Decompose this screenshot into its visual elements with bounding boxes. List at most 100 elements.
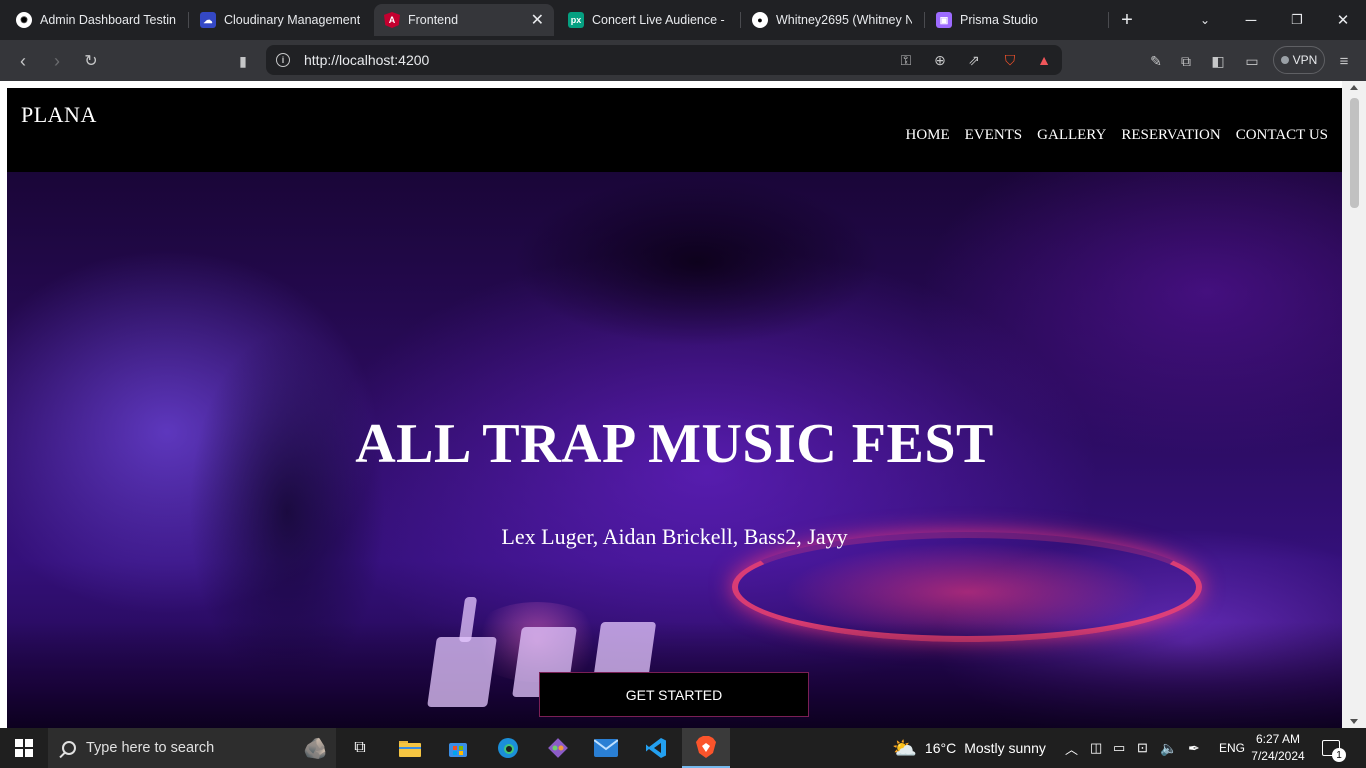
nav-events[interactable]: EVENTS [965,127,1023,144]
windows-taskbar: Type here to search 🪨 ⧉ ⛅ 16°C Mostly su… [0,728,1366,768]
pen-workspace-icon[interactable]: ✒ [1188,728,1200,768]
show-hidden-icons-chevron-icon[interactable]: ︿ [1065,728,1078,768]
scroll-up-icon[interactable] [1350,85,1358,90]
battery-icon[interactable]: ▭ [1113,728,1125,768]
tab-title: Cloudinary Management C [224,13,360,27]
get-started-button[interactable]: GET STARTED [539,672,809,717]
search-highlight-stones-icon: 🪨 [303,737,328,760]
git-client-icon[interactable] [534,728,582,768]
page-scrollbar[interactable] [1342,81,1366,728]
volume-icon[interactable]: 🔈 [1160,728,1177,768]
hero-background-fader [427,637,497,707]
tab-divider [740,12,741,28]
restore-icon[interactable]: ❐ [1274,0,1320,40]
tab-title: Concert Live Audience - Fr [592,13,728,27]
brave-rewards-icon[interactable]: ▲ [1034,52,1054,68]
file-explorer-icon[interactable] [386,728,434,768]
clock-date: 7/24/2024 [1251,749,1305,763]
vpn-label: VPN [1292,53,1318,67]
scroll-down-icon[interactable] [1350,719,1358,724]
site-logo[interactable]: PLANA [21,102,97,128]
clock-time: 6:27 AM [1255,732,1301,746]
hero-background-hand [437,172,957,412]
minimize-icon[interactable]: ─ [1228,0,1274,40]
nav-contact-us[interactable]: CONTACT US [1236,127,1328,144]
key-icon[interactable]: ⚿ [896,52,916,68]
mail-icon[interactable] [582,728,630,768]
github-icon: ● [752,12,768,28]
weather-sun-cloud-icon: ⛅ [892,737,917,760]
browser-tab-strip: ✺ Admin Dashboard Testing ☁ Cloudinary M… [0,0,1366,40]
browser-toolbar: ‹ › ↻ ▮ i http://localhost:4200 ⚿ ⊕ ⇗ ⛉ … [0,40,1366,81]
vpn-button[interactable]: VPN [1273,46,1325,74]
system-clock[interactable]: 6:27 AM 7/24/2024 [1248,731,1308,765]
new-tab-icon[interactable]: + [1104,0,1150,40]
wallet-icon[interactable]: ▭ [1239,48,1265,74]
hero-subtitle: Lex Luger, Aidan Brickell, Bass2, Jayy [501,524,848,549]
bookmark-icon[interactable]: ▮ [230,48,256,74]
prisma-icon: ▣ [936,12,952,28]
reload-icon[interactable]: ↻ [78,48,104,74]
network-icon[interactable]: ⊡ [1137,728,1148,768]
notification-count-badge: 1 [1332,748,1346,762]
tab-search-chevron-icon[interactable]: ⌄ [1182,0,1228,40]
tab-divider [924,12,925,28]
site-header: PLANA HOME EVENTS GALLERY RESERVATION CO… [7,88,1342,172]
nav-gallery[interactable]: GALLERY [1037,127,1106,144]
weather-widget[interactable]: ⛅ 16°C Mostly sunny [892,728,1046,768]
nav-home[interactable]: HOME [905,127,949,144]
hero-section: ALL TRAP MUSIC FEST Lex Luger, Aidan Bri… [7,172,1342,728]
brave-shields-icon[interactable]: ⛉ [1000,52,1020,68]
weather-temperature: 16°C [924,740,957,756]
extensions-icon[interactable]: ⧉ [1173,48,1199,74]
scrollbar-thumb[interactable] [1350,98,1359,208]
microsoft-store-icon[interactable] [434,728,482,768]
address-bar[interactable]: i http://localhost:4200 ⚿ ⊕ ⇗ ⛉ ▲ [266,45,1062,75]
back-icon[interactable]: ‹ [10,48,36,74]
vpn-status-icon [1280,56,1289,64]
task-view-icon[interactable]: ⧉ [336,728,384,768]
nav-reservation[interactable]: RESERVATION [1121,127,1220,144]
sidebar-icon[interactable]: ◧ [1205,48,1231,74]
tab-title: Admin Dashboard Testing [40,13,176,27]
tab-pexels[interactable]: px Concert Live Audience - Fr [558,4,738,36]
openai-icon: ✺ [16,12,32,28]
notifications-icon[interactable]: 1 [1322,728,1346,768]
input-language[interactable]: ENG [1219,728,1245,768]
url-text[interactable]: http://localhost:4200 [304,52,429,68]
tab-divider [188,12,189,28]
close-window-icon[interactable]: ✕ [1320,0,1366,40]
tab-title: Whitney2695 (Whitney Na [776,13,912,27]
windows-start-icon[interactable] [0,728,48,768]
tab-frontend[interactable]: A Frontend ✕ [374,4,554,36]
url-port: :4200 [394,52,430,68]
brave-browser-icon[interactable] [682,728,730,768]
meet-now-icon[interactable]: ◫ [1090,728,1102,768]
angular-icon: A [384,12,400,28]
edit-pen-icon[interactable]: ✎ [1143,48,1169,74]
pexels-icon: px [568,12,584,28]
search-placeholder: Type here to search [86,740,215,756]
url-host: localhost [339,52,395,68]
website: PLANA HOME EVENTS GALLERY RESERVATION CO… [7,88,1342,728]
close-tab-icon[interactable]: ✕ [523,10,544,30]
url-scheme: http:// [304,52,340,68]
main-nav: HOME EVENTS GALLERY RESERVATION CONTACT … [905,127,1328,144]
tab-title: Frontend [408,13,459,27]
vscode-icon[interactable] [632,728,680,768]
tab-cloudinary[interactable]: ☁ Cloudinary Management C [190,4,370,36]
zoom-icon[interactable]: ⊕ [930,52,950,68]
cloudinary-icon: ☁ [200,12,216,28]
tab-admin-dashboard[interactable]: ✺ Admin Dashboard Testing [6,4,186,36]
page-viewport: PLANA HOME EVENTS GALLERY RESERVATION CO… [0,81,1366,728]
edge-icon[interactable] [484,728,532,768]
share-icon[interactable]: ⇗ [964,52,984,68]
tab-prisma[interactable]: ▣ Prisma Studio [926,4,1106,36]
menu-icon[interactable]: ≡ [1331,48,1357,74]
forward-icon[interactable]: › [44,48,70,74]
tab-github[interactable]: ● Whitney2695 (Whitney Na [742,4,922,36]
search-icon [62,741,76,755]
site-info-icon[interactable]: i [276,53,290,67]
taskbar-search-box[interactable]: Type here to search 🪨 [48,728,336,768]
hero-title: ALL TRAP MUSIC FEST [355,413,994,475]
